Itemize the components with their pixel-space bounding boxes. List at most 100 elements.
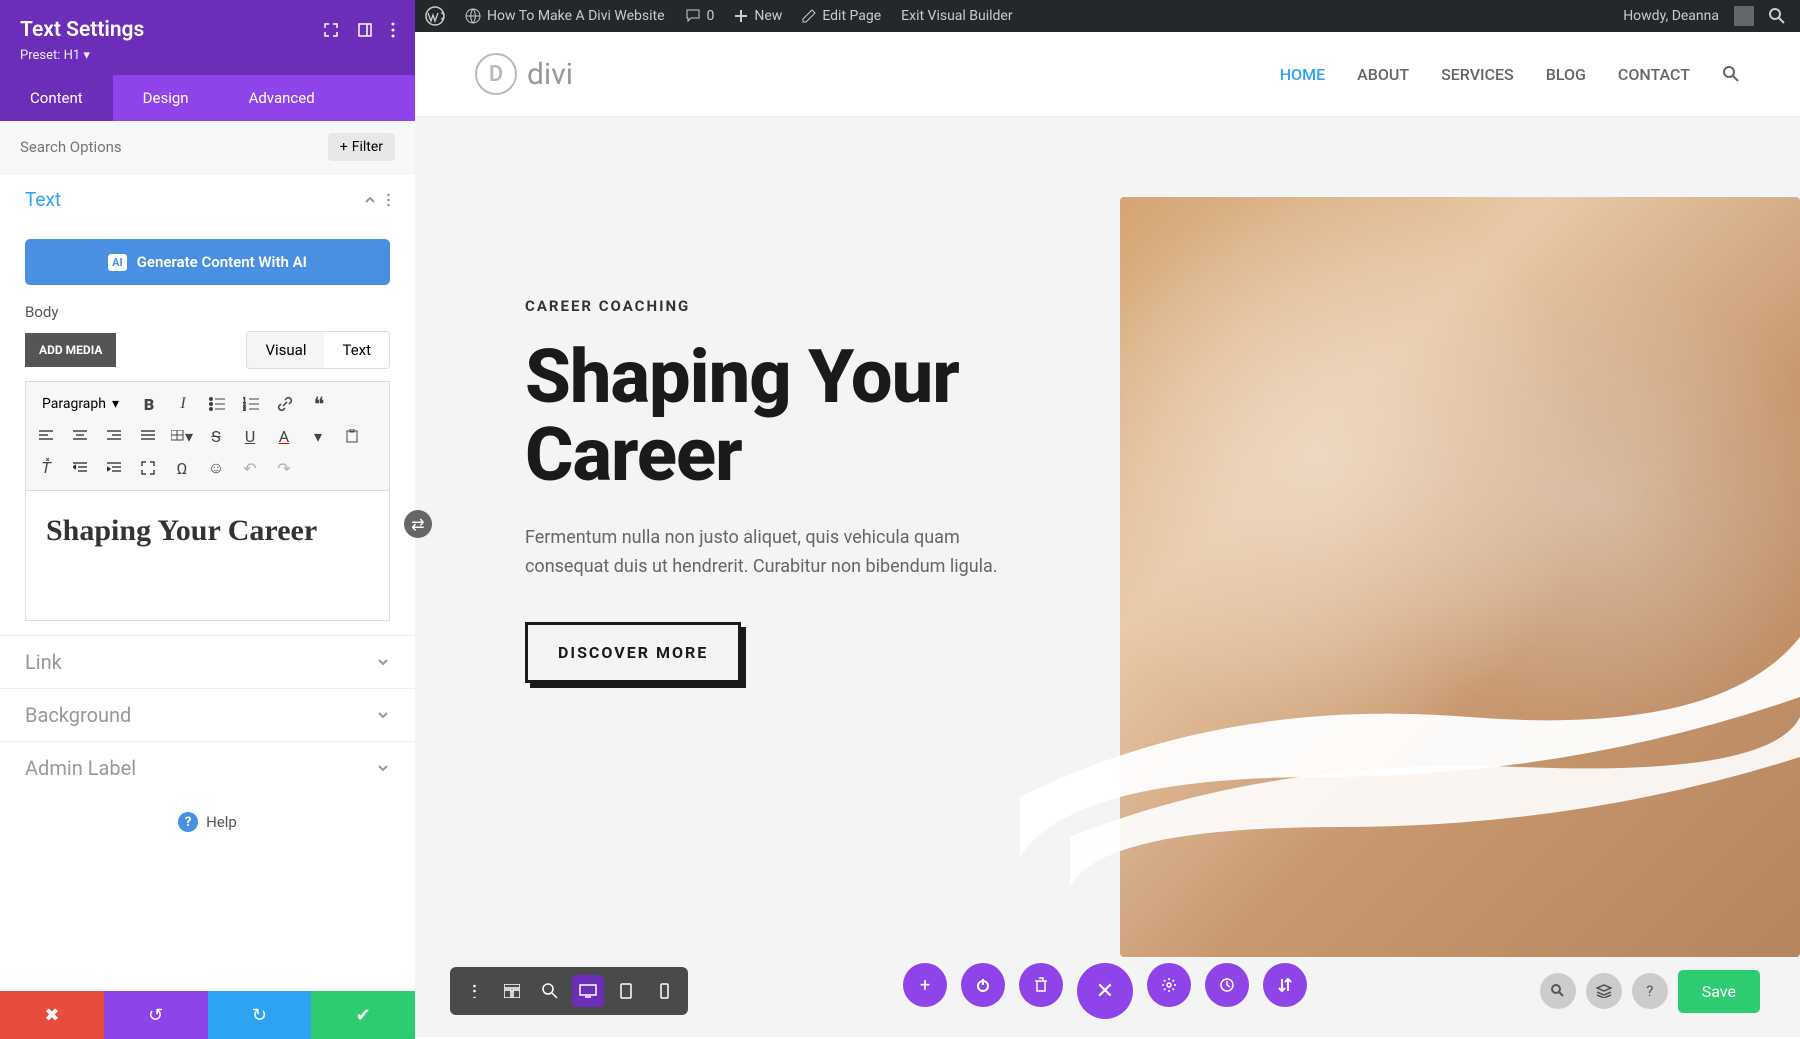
wireframe-icon[interactable] xyxy=(496,975,528,1007)
power-button[interactable] xyxy=(961,963,1005,1007)
undo-button[interactable]: ↶ xyxy=(238,456,262,480)
search-row: +Filter xyxy=(0,121,415,174)
save-button[interactable]: Save xyxy=(1678,970,1760,1013)
clear-format-button[interactable]: T̽ xyxy=(34,456,58,480)
sort-button[interactable] xyxy=(1263,963,1307,1007)
help-button[interactable]: ? xyxy=(1632,973,1668,1009)
tab-design[interactable]: Design xyxy=(113,75,219,121)
format-select[interactable]: Paragraph▾ xyxy=(34,392,127,416)
site-header: D divi HOME ABOUT SERVICES BLOG CONTACT xyxy=(415,32,1800,117)
background-section[interactable]: Background xyxy=(0,688,415,741)
more-icon[interactable] xyxy=(391,22,395,38)
chevron-down-icon xyxy=(376,708,390,722)
close-button[interactable]: ✕ xyxy=(1077,963,1133,1019)
resize-handle[interactable]: ⇄ xyxy=(404,510,432,538)
wysiwyg-toolbar: Paragraph▾ B I 123 ❝ ▾ S U A ▾ xyxy=(25,381,390,491)
site-name[interactable]: How To Make A Divi Website xyxy=(465,8,665,24)
wp-admin-bar: How To Make A Divi Website 0 New Edit Pa… xyxy=(415,0,1800,32)
align-center-button[interactable] xyxy=(68,424,92,448)
outdent-button[interactable] xyxy=(68,456,92,480)
olist-button[interactable]: 123 xyxy=(239,392,263,416)
emoji-button[interactable]: ☺ xyxy=(204,456,228,480)
strike-button[interactable]: S xyxy=(204,424,228,448)
hero-image xyxy=(1120,197,1800,957)
section-more-icon[interactable] xyxy=(387,193,390,207)
underline-button[interactable]: U xyxy=(238,424,262,448)
link-section[interactable]: Link xyxy=(0,635,415,688)
settings-sidebar: Text Settings Preset: H1 ▾ Content Desig… xyxy=(0,0,415,1039)
tablet-icon[interactable] xyxy=(610,975,642,1007)
add-button[interactable]: + xyxy=(903,963,947,1007)
sidebar-title: Text Settings xyxy=(20,18,144,42)
bb-more-icon[interactable] xyxy=(458,975,490,1007)
new-link[interactable]: New xyxy=(734,8,782,24)
bold-button[interactable]: B xyxy=(137,392,161,416)
fullscreen-button[interactable] xyxy=(136,456,160,480)
builder-actions: + ✕ xyxy=(903,963,1307,1019)
hero-title[interactable]: Shaping Your Career xyxy=(525,339,1035,494)
textcolor-dropdown[interactable]: ▾ xyxy=(306,424,330,448)
gear-button[interactable] xyxy=(1147,963,1191,1007)
add-media-button[interactable]: ADD MEDIA xyxy=(25,333,116,367)
redo-global-button[interactable]: ↻ xyxy=(208,991,312,1039)
italic-button[interactable]: I xyxy=(171,392,195,416)
omega-button[interactable]: Ω xyxy=(170,456,194,480)
nav-blog[interactable]: BLOG xyxy=(1546,65,1586,84)
visual-tab[interactable]: Visual xyxy=(247,332,324,368)
align-left-button[interactable] xyxy=(34,424,58,448)
undo-global-button[interactable]: ↺ xyxy=(104,991,208,1039)
content-editor[interactable]: Shaping Your Career xyxy=(25,491,390,621)
chevron-up-icon[interactable] xyxy=(363,193,377,207)
history-button[interactable] xyxy=(1205,963,1249,1007)
search-input[interactable] xyxy=(20,138,328,156)
comments-link[interactable]: 0 xyxy=(685,8,715,24)
link-button[interactable] xyxy=(273,392,297,416)
site-logo[interactable]: D divi xyxy=(475,53,573,95)
body-label: Body xyxy=(25,303,390,321)
admin-label-section[interactable]: Admin Label xyxy=(0,741,415,794)
text-section-title: Text xyxy=(25,188,61,211)
dock-icon[interactable] xyxy=(357,22,373,38)
zoom-icon[interactable] xyxy=(534,975,566,1007)
cta-button[interactable]: DISCOVER MORE xyxy=(525,622,741,683)
generate-ai-button[interactable]: AIGenerate Content With AI xyxy=(25,239,390,285)
trash-button[interactable] xyxy=(1019,963,1063,1007)
redo-button[interactable]: ↷ xyxy=(272,456,296,480)
wp-logo-icon[interactable] xyxy=(425,6,445,26)
help-link[interactable]: ? Help xyxy=(0,794,415,850)
avatar[interactable] xyxy=(1734,6,1754,26)
text-tab[interactable]: Text xyxy=(324,332,389,368)
nav-contact[interactable]: CONTACT xyxy=(1618,65,1690,84)
expand-icon[interactable] xyxy=(323,22,339,38)
textcolor-button[interactable]: A xyxy=(272,424,296,448)
tab-content[interactable]: Content xyxy=(0,75,113,121)
page-canvas: D divi HOME ABOUT SERVICES BLOG CONTACT … xyxy=(415,32,1800,1039)
quote-button[interactable]: ❝ xyxy=(307,392,331,416)
desktop-icon[interactable] xyxy=(572,975,604,1007)
logo-icon: D xyxy=(475,53,517,95)
phone-icon[interactable] xyxy=(648,975,680,1007)
preset-label[interactable]: Preset: H1 ▾ xyxy=(20,48,395,63)
nav-about[interactable]: ABOUT xyxy=(1357,65,1409,84)
confirm-button[interactable]: ✔ xyxy=(311,991,415,1039)
nav-services[interactable]: SERVICES xyxy=(1441,65,1514,84)
text-section-header[interactable]: Text xyxy=(0,174,415,225)
search-icon[interactable] xyxy=(1769,8,1785,24)
nav-home[interactable]: HOME xyxy=(1280,65,1325,84)
find-button[interactable] xyxy=(1540,973,1576,1009)
greeting[interactable]: Howdy, Deanna xyxy=(1623,8,1719,24)
filter-button[interactable]: +Filter xyxy=(328,133,395,161)
ulist-button[interactable] xyxy=(205,392,229,416)
table-button[interactable]: ▾ xyxy=(170,424,194,448)
indent-button[interactable] xyxy=(102,456,126,480)
edit-page-link[interactable]: Edit Page xyxy=(802,8,881,24)
align-justify-button[interactable] xyxy=(136,424,160,448)
paste-button[interactable] xyxy=(340,424,364,448)
tab-advanced[interactable]: Advanced xyxy=(219,75,345,121)
discard-button[interactable]: ✖ xyxy=(0,991,104,1039)
align-right-button[interactable] xyxy=(102,424,126,448)
builder-right: ? Save xyxy=(1540,970,1760,1013)
exit-visual-builder[interactable]: Exit Visual Builder xyxy=(901,8,1012,24)
layers-button[interactable] xyxy=(1586,973,1622,1009)
nav-search-icon[interactable] xyxy=(1722,65,1740,83)
